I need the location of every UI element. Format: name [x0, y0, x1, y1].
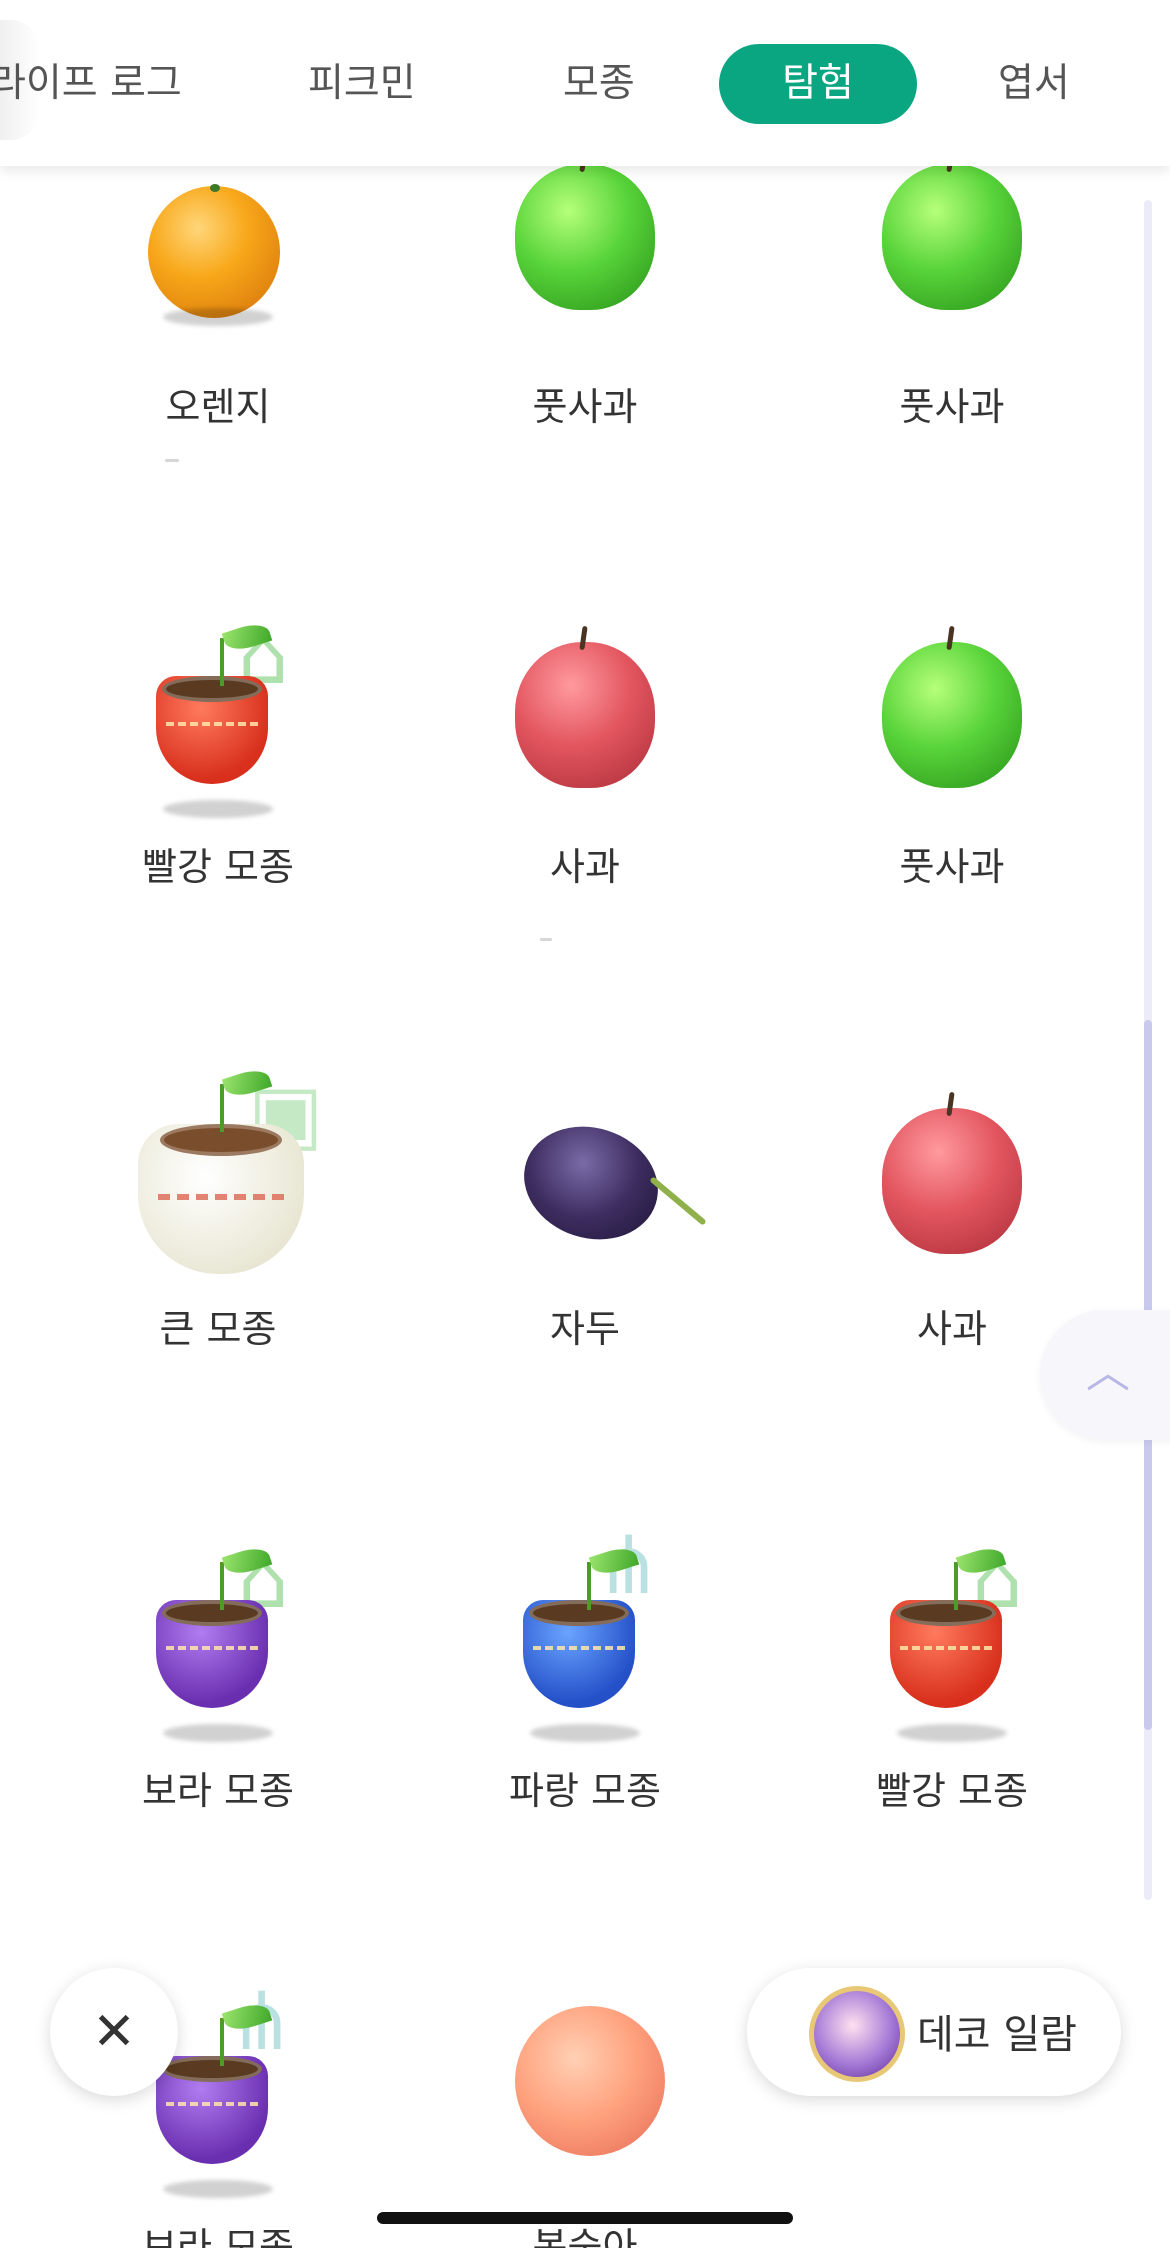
deco-list-button[interactable]: 데코 일람 — [747, 1968, 1121, 2096]
deco-list-label: 데코 일람 — [917, 2012, 1077, 2058]
item-label: 큰 모종 — [159, 1307, 277, 1351]
peach-icon — [435, 2006, 735, 2206]
category-tab-bar: 라이프 로그 피크민 모종 탐험 엽서 — [0, 0, 1170, 166]
item-label: 자두 — [550, 1307, 620, 1351]
red-seedling-icon: ⌂ — [68, 616, 368, 826]
tab-postcard[interactable]: 엽서 — [998, 44, 1070, 124]
plum-icon — [435, 1088, 735, 1288]
grid-item[interactable]: ⋔ 파랑 모종 — [435, 1526, 735, 1815]
blue-seedling-icon: ⋔ — [435, 1526, 735, 1750]
grid-item[interactable]: 자두 — [435, 1088, 735, 1353]
item-label: 풋사과 — [532, 385, 638, 429]
item-label: 보라 모종 — [142, 2225, 294, 2248]
item-label: 사과 — [550, 845, 620, 889]
close-button[interactable]: ✕ — [50, 1968, 178, 2096]
purple-seedling-icon: ⌂ — [68, 1540, 368, 1750]
green-apple-icon — [802, 166, 1102, 366]
scroll-to-top-button[interactable]: ︿ — [1040, 1310, 1170, 1440]
item-grid: 오렌지 풋사과 풋사과 ⌂ 빨강 모종 사과 풋사과 ▣ 큰 모종 자두 사과 … — [0, 166, 1170, 2248]
grid-item[interactable]: 풋사과 — [802, 625, 1102, 891]
grid-item[interactable]: ⌂ 빨강 모종 — [802, 1540, 1102, 1815]
item-label: 빨강 모종 — [142, 845, 294, 889]
grid-item[interactable]: 오렌지 — [68, 166, 368, 431]
grid-item[interactable]: ▣ 큰 모종 — [68, 1065, 368, 1353]
tab-seedling[interactable]: 모종 — [563, 44, 635, 124]
loading-speck — [540, 938, 552, 941]
deco-pikmin-avatar-icon — [809, 1986, 905, 2082]
grid-item[interactable]: ⌂ 보라 모종 — [68, 1540, 368, 1815]
grid-item[interactable]: 사과 — [435, 625, 735, 891]
grid-item[interactable]: 풋사과 — [435, 166, 735, 431]
big-seedling-icon: ▣ — [68, 1065, 368, 1288]
green-apple-icon — [435, 166, 735, 366]
item-label: 오렌지 — [165, 385, 271, 429]
item-label: 풋사과 — [899, 385, 1005, 429]
orange-icon — [68, 166, 368, 366]
loading-speck — [165, 459, 179, 462]
item-label: 빨강 모종 — [876, 1769, 1028, 1813]
chevron-up-icon: ︿ — [1086, 1347, 1130, 1398]
item-label: 풋사과 — [899, 845, 1005, 889]
item-label: 보라 모종 — [142, 1769, 294, 1813]
tab-pikmin[interactable]: 피크민 — [308, 44, 416, 124]
apple-icon — [435, 625, 735, 826]
item-label: 파랑 모종 — [509, 1769, 661, 1813]
home-indicator — [377, 2212, 793, 2224]
grid-item[interactable]: 사과 — [802, 1088, 1102, 1353]
grid-item[interactable]: 풋사과 — [802, 166, 1102, 431]
apple-icon — [802, 1088, 1102, 1288]
grid-item[interactable]: ⌂ 빨강 모종 — [68, 616, 368, 891]
tab-exploration[interactable]: 탐험 — [719, 44, 917, 124]
tab-life-log[interactable]: 라이프 로그 — [0, 44, 182, 124]
green-apple-icon — [802, 625, 1102, 826]
red-seedling-icon: ⌂ — [802, 1540, 1102, 1750]
